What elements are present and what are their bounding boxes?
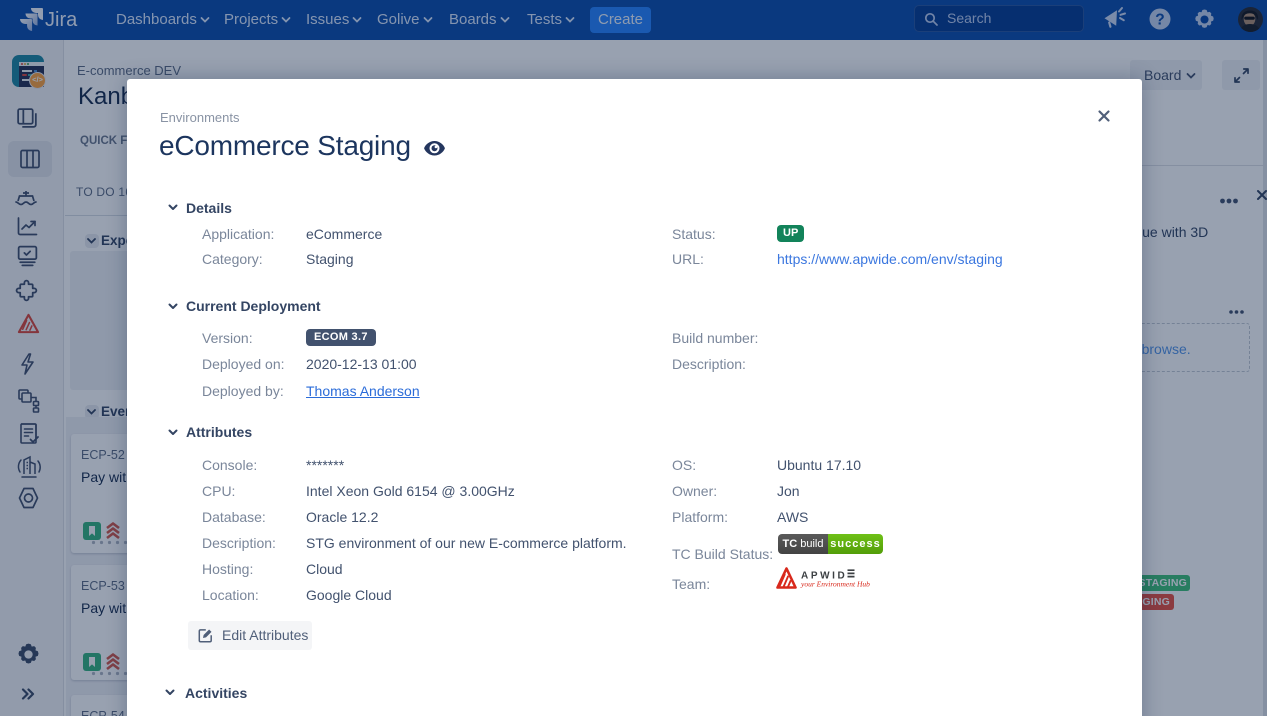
svg-text:your Environment Hub: your Environment Hub — [800, 580, 870, 589]
